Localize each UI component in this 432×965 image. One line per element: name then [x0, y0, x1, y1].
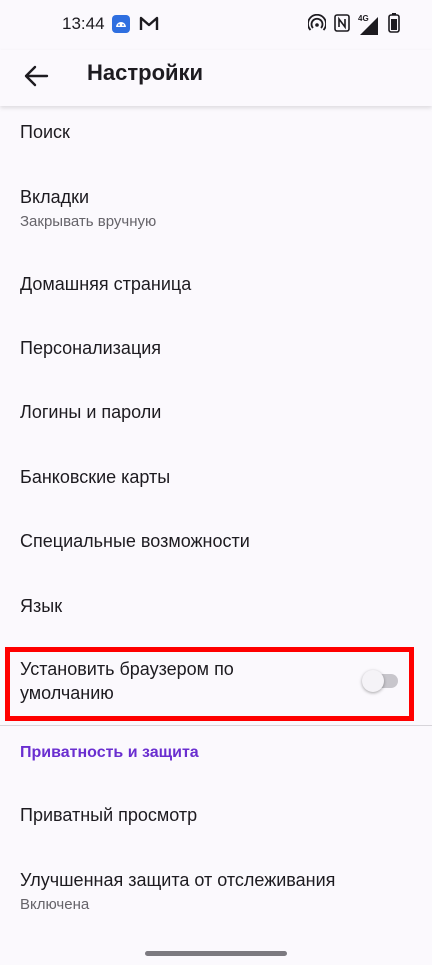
item-subtitle: Закрывать вручную: [20, 213, 157, 230]
item-title: Вкладки: [20, 187, 90, 207]
item-subtitle: Включена: [20, 896, 90, 913]
signal-4g-icon: 4G: [358, 14, 380, 36]
settings-item-language[interactable]: Язык: [0, 580, 432, 634]
settings-item-search[interactable]: Поиск: [0, 106, 432, 160]
battery-icon: [388, 13, 400, 38]
divider: [0, 725, 432, 726]
settings-item-customization[interactable]: Персонализация: [0, 322, 432, 376]
navigation-handle[interactable]: [145, 951, 287, 956]
nfc-icon: [334, 14, 350, 37]
settings-item-homepage[interactable]: Домашняя страница: [0, 258, 432, 312]
gmail-icon: [139, 14, 159, 39]
android-app-icon: [111, 14, 131, 39]
app-bar: Настройки: [0, 50, 432, 106]
section-header-privacy: Приватность и защита: [20, 744, 199, 761]
item-title: Банковские карты: [20, 467, 171, 487]
item-title: Логины и пароли: [20, 402, 162, 422]
item-title: Приватный просмотр: [20, 805, 198, 825]
settings-item-private-browsing[interactable]: Приватный просмотр: [0, 789, 432, 843]
settings-item-tracking-protection[interactable]: Улучшенная защита от отслеживания Включе…: [0, 858, 432, 928]
settings-item-cards[interactable]: Банковские карты: [0, 451, 432, 505]
hotspot-icon: [307, 13, 327, 37]
status-bar: 13:44 4G: [0, 0, 432, 50]
item-title: Специальные возможности: [20, 531, 250, 551]
arrow-back-icon: [23, 63, 49, 94]
highlight-box: [5, 647, 414, 721]
item-title: Улучшенная защита от отслеживания: [20, 870, 336, 890]
settings-item-tabs[interactable]: Вкладки Закрывать вручную: [0, 176, 432, 246]
back-button[interactable]: [14, 56, 58, 100]
page-title: Настройки: [87, 60, 204, 85]
item-title: Персонализация: [20, 338, 162, 358]
status-time: 13:44: [62, 14, 105, 33]
item-title: Язык: [20, 596, 63, 616]
settings-item-logins[interactable]: Логины и пароли: [0, 386, 432, 440]
item-title: Поиск: [20, 122, 70, 142]
item-title: Домашняя страница: [20, 274, 192, 294]
settings-item-accessibility[interactable]: Специальные возможности: [0, 515, 432, 569]
